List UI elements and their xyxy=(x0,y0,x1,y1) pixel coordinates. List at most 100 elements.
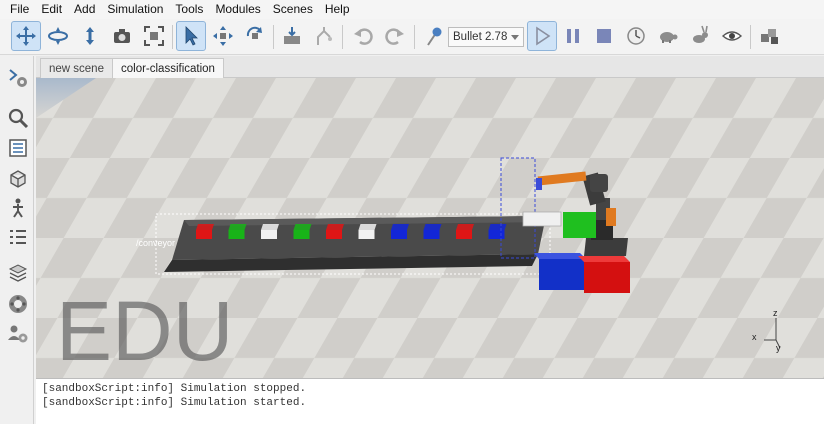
toolbar-separator xyxy=(414,25,415,49)
color-cube[interactable] xyxy=(488,224,507,239)
scene-hierarchy-icon xyxy=(8,108,29,129)
tab-color-classification[interactable]: color-classification xyxy=(112,58,224,78)
scene-viewport[interactable]: EDU /conveyor z x y xyxy=(36,78,824,378)
scene-hierarchy-button[interactable] xyxy=(6,106,30,130)
color-cube[interactable] xyxy=(261,224,279,239)
click-select-button[interactable] xyxy=(176,21,206,51)
camera-fit-icon xyxy=(144,26,164,46)
camera-shift-button[interactable] xyxy=(75,21,105,51)
console-line: [sandboxScript:info] Simulation stopped. xyxy=(42,383,307,395)
color-cube[interactable] xyxy=(293,224,312,239)
model-browser-button[interactable] xyxy=(6,66,30,90)
properties-icon xyxy=(9,139,27,157)
menu-help[interactable]: Help xyxy=(319,0,356,19)
menu-simulation[interactable]: Simulation xyxy=(101,0,169,19)
stop-simulation-button[interactable] xyxy=(589,21,619,51)
redo-icon xyxy=(385,28,404,45)
edu-watermark: EDU xyxy=(56,284,233,378)
shape-edit-button[interactable] xyxy=(6,166,30,190)
collections-icon xyxy=(9,295,27,313)
camera-angle-icon xyxy=(114,29,130,43)
camera-rotate-button[interactable] xyxy=(43,21,73,51)
color-cube[interactable] xyxy=(196,224,214,239)
visualization-button[interactable] xyxy=(717,21,747,51)
camera-pan-button[interactable] xyxy=(11,21,41,51)
physics-engine-value: Bullet 2.78 xyxy=(453,31,508,43)
axis-label-y: y xyxy=(776,343,781,353)
pause-simulation-button[interactable] xyxy=(558,21,588,51)
color-cube[interactable] xyxy=(423,224,442,239)
transfer-dna-icon xyxy=(317,27,332,45)
redo-button[interactable] xyxy=(380,21,410,51)
menu-add[interactable]: Add xyxy=(68,0,101,19)
path-edit-button[interactable] xyxy=(6,196,30,220)
scene-canvas[interactable]: EDU /conveyor z x y xyxy=(36,78,824,378)
axis-label-z: z xyxy=(773,308,778,318)
layers-icon xyxy=(10,230,26,244)
physics-engine-select[interactable]: Bullet 2.78 xyxy=(448,27,524,47)
toolbar-separator xyxy=(342,25,343,49)
object-shift-button[interactable] xyxy=(208,21,238,51)
menu-edit[interactable]: Edit xyxy=(35,0,68,19)
path-edit-icon xyxy=(13,198,23,218)
slow-down-icon xyxy=(660,32,678,43)
conveyor[interactable]: /conveyor xyxy=(136,213,551,275)
page-selector-button[interactable] xyxy=(755,21,785,51)
toolbar-separator xyxy=(750,25,751,49)
start-simulation-button[interactable] xyxy=(527,21,557,51)
visualization-icon xyxy=(721,31,743,41)
properties-button[interactable] xyxy=(6,136,30,160)
user-settings-button[interactable] xyxy=(6,322,30,346)
object-rotate-icon xyxy=(246,26,262,39)
model-browser-icon xyxy=(9,69,27,87)
toolbar-separator xyxy=(273,25,274,49)
assemble-button[interactable] xyxy=(277,21,307,51)
console-line: [sandboxScript:info] Simulation started. xyxy=(42,397,307,409)
click-select-icon xyxy=(185,26,198,46)
undo-button[interactable] xyxy=(348,21,378,51)
pause-simulation-icon xyxy=(567,29,579,43)
menu-tools[interactable]: Tools xyxy=(169,0,209,19)
object-rotate-button[interactable] xyxy=(240,21,270,51)
selection-button[interactable] xyxy=(6,260,30,284)
dynamics-button[interactable] xyxy=(418,21,448,51)
speed-up-icon xyxy=(693,25,708,43)
user-settings-icon xyxy=(8,325,28,343)
toolbar: Bullet 2.78 xyxy=(0,19,824,55)
selection-icon xyxy=(8,264,28,282)
axis-label-x: x xyxy=(752,332,757,342)
slow-down-button[interactable] xyxy=(653,21,683,51)
menu-modules[interactable]: Modules xyxy=(209,0,266,19)
collections-button[interactable] xyxy=(6,292,30,316)
stop-simulation-icon xyxy=(597,29,611,43)
real-time-button[interactable] xyxy=(621,21,651,51)
menu-scenes[interactable]: Scenes xyxy=(267,0,319,19)
chevron-down-icon xyxy=(511,35,519,40)
tab-new-scene[interactable]: new scene xyxy=(40,58,113,78)
menu-bar: File Edit Add Simulation Tools Modules S… xyxy=(0,0,824,19)
menu-file[interactable]: File xyxy=(4,0,35,19)
dynamics-icon xyxy=(427,27,442,46)
color-cube[interactable] xyxy=(358,224,377,239)
left-sidebar xyxy=(0,56,34,424)
camera-pan-icon xyxy=(16,26,36,46)
color-cube[interactable] xyxy=(456,224,474,239)
shape-edit-icon xyxy=(10,170,26,188)
status-console[interactable]: [sandboxScript:info] Simulation stopped.… xyxy=(36,378,824,424)
scene-tabs: new scene color-classification xyxy=(36,56,824,78)
color-cube[interactable] xyxy=(391,224,409,239)
transfer-dna-button[interactable] xyxy=(309,21,339,51)
speed-up-button[interactable] xyxy=(685,21,715,51)
start-simulation-icon xyxy=(536,26,551,46)
layers-list-button[interactable] xyxy=(6,226,30,250)
toolbar-separator xyxy=(172,25,173,49)
color-cube[interactable] xyxy=(326,224,344,239)
object-shift-icon xyxy=(213,26,233,46)
camera-rotate-icon xyxy=(48,27,68,45)
camera-shift-icon xyxy=(86,27,94,45)
camera-fit-button[interactable] xyxy=(139,21,169,51)
camera-angle-button[interactable] xyxy=(107,21,137,51)
color-cube[interactable] xyxy=(228,224,247,239)
conveyor-label: /conveyor xyxy=(136,238,175,248)
assemble-icon xyxy=(284,27,300,44)
